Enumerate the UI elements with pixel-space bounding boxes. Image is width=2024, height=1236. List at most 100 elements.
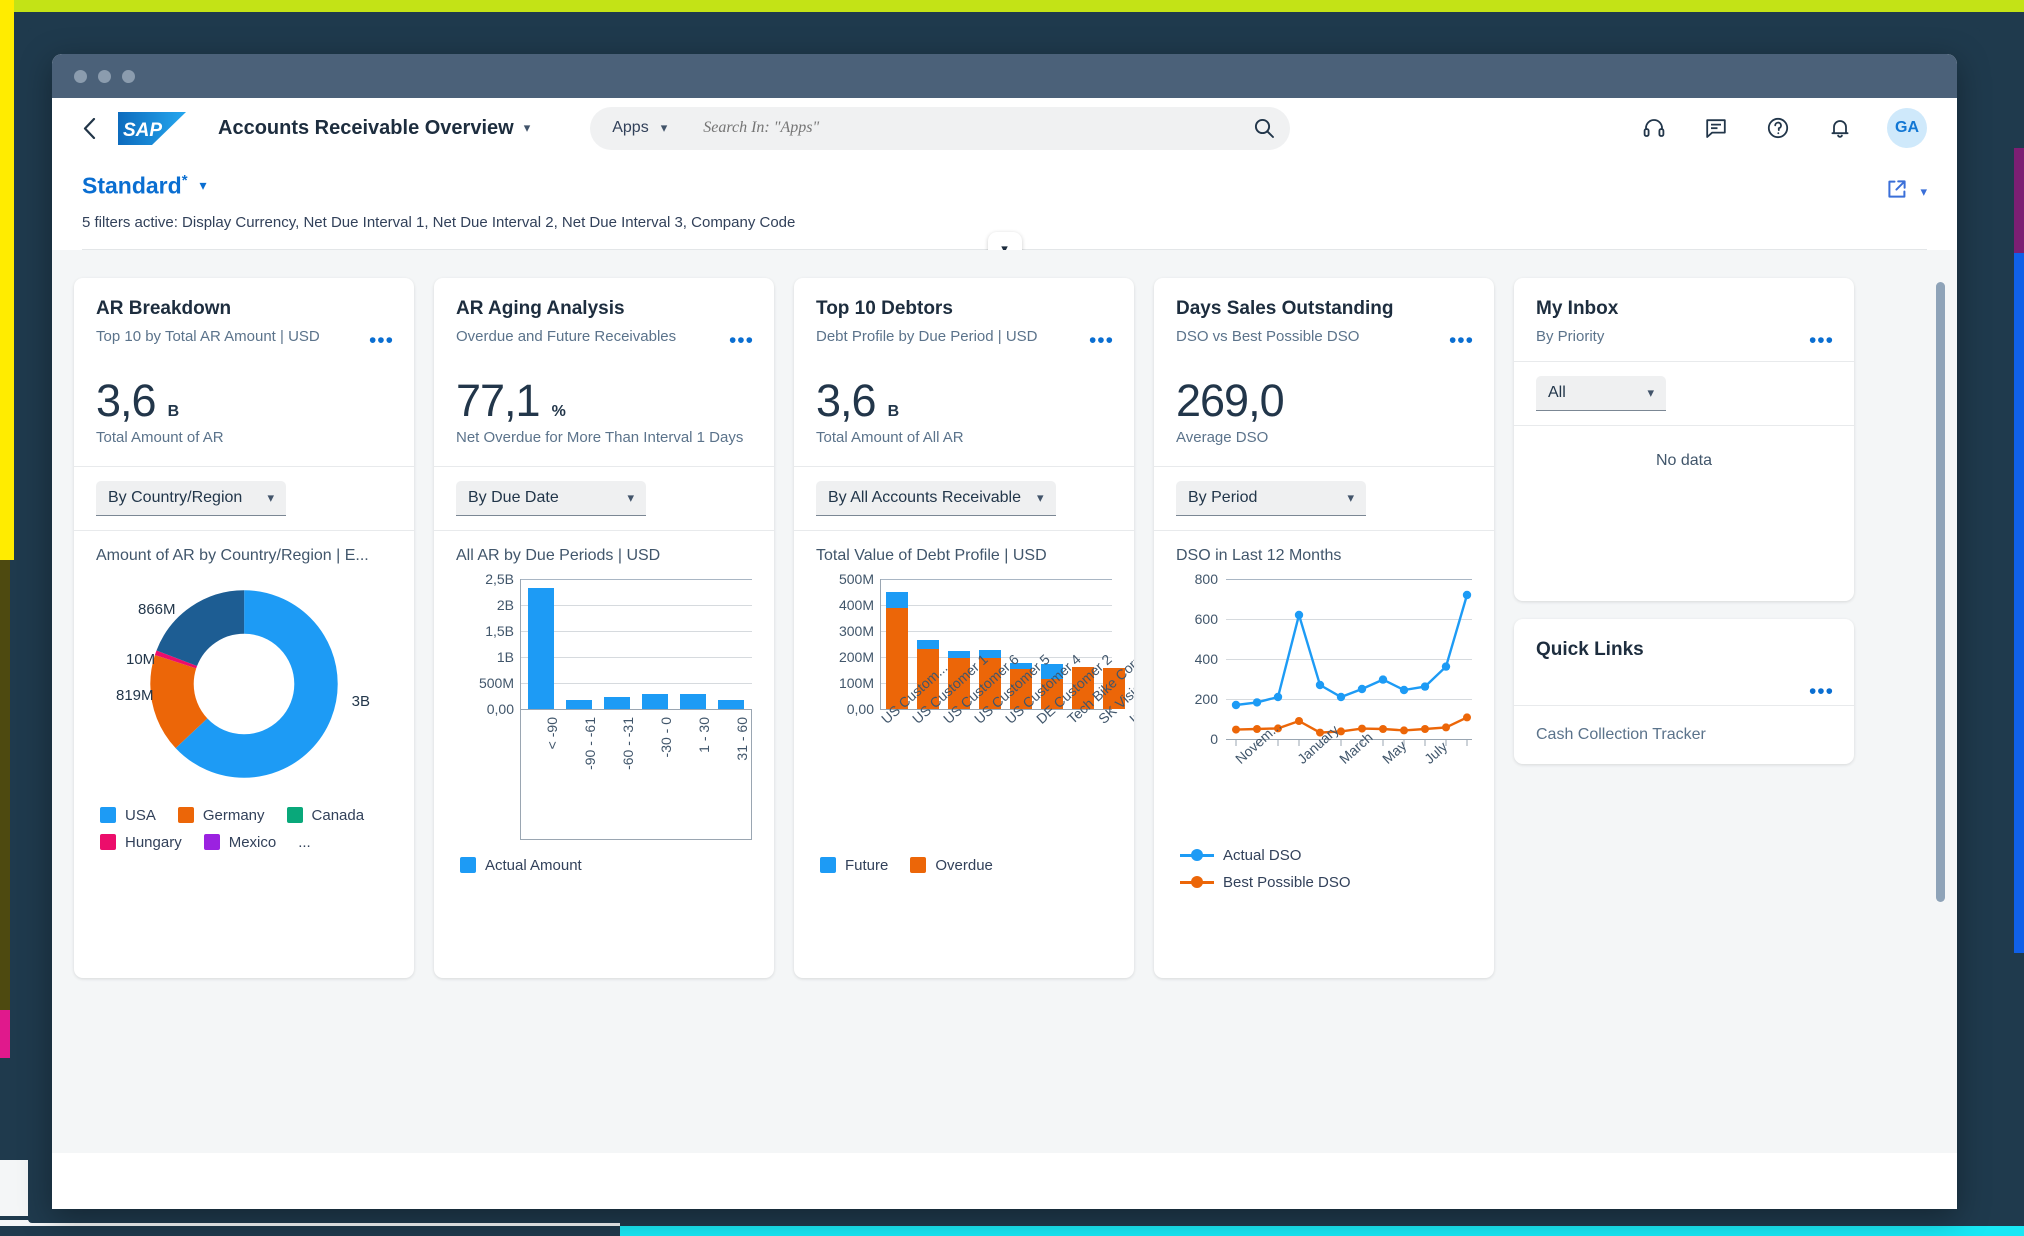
card-actions-menu-icon[interactable]: •••	[1089, 330, 1114, 351]
sap-logo[interactable]: SAP	[118, 111, 186, 145]
card-quick-links[interactable]: Quick Links ••• Cash Collection Tracker	[1514, 618, 1854, 764]
card-days-sales-outstanding[interactable]: Days Sales Outstanding DSO vs Best Possi…	[1154, 277, 1494, 978]
legend-label: ...	[298, 833, 311, 851]
content-scrollbar[interactable]	[1936, 281, 1945, 902]
chevron-down-icon[interactable]: ▾	[200, 177, 207, 194]
bar[interactable]	[642, 693, 668, 709]
dimension-dropdown[interactable]: By All Accounts Receivable ▾	[816, 480, 1056, 516]
chevron-down-icon[interactable]: ▾	[661, 120, 668, 136]
kpi-value: 3,6	[816, 374, 877, 426]
legend-item[interactable]: Mexico	[203, 834, 276, 851]
right-column: My Inbox By Priority ••• All ▾ No data Q…	[1514, 277, 1854, 764]
bell-icon[interactable]	[1825, 113, 1855, 143]
variant-name: Standard*	[82, 172, 188, 199]
legend-label: Canada	[311, 806, 365, 824]
card-dimension-selector-wrap: By Country/Region ▾	[74, 467, 414, 530]
legend-swatch	[820, 857, 836, 874]
inbox-priority-dropdown[interactable]: All ▾	[1536, 375, 1666, 411]
card-header: AR Breakdown Top 10 by Total AR Amount |…	[74, 278, 414, 361]
chevron-left-icon[interactable]	[70, 109, 108, 147]
bar[interactable]	[566, 699, 592, 709]
x-tick: -60 - -31	[620, 716, 636, 770]
y-axis: 0,00 100M 200M 300M 400M 500M	[816, 571, 874, 717]
help-icon[interactable]	[1763, 113, 1793, 143]
legend-item[interactable]: Actual DSO	[1180, 847, 1468, 864]
legend-item[interactable]: Actual Amount	[460, 857, 582, 874]
decor-left-olive-bar	[0, 560, 10, 1040]
legend-item[interactable]: Germany	[177, 807, 265, 824]
chart-legend: Future Overdue	[816, 839, 1112, 874]
dimension-dropdown[interactable]: By Due Date ▾	[456, 480, 646, 516]
card-actions-menu-icon[interactable]: •••	[729, 330, 754, 351]
search-scope-select[interactable]: Apps ▾	[612, 119, 683, 137]
bar-future[interactable]	[886, 591, 908, 608]
card-ar-aging-analysis[interactable]: AR Aging Analysis Overdue and Future Rec…	[434, 277, 774, 978]
card-actions-menu-icon[interactable]: •••	[369, 330, 394, 351]
chevron-down-icon[interactable]: ▾	[267, 490, 274, 506]
dimension-dropdown[interactable]: By Period ▾	[1176, 480, 1366, 516]
chevron-down-icon[interactable]: ▾	[1347, 490, 1354, 506]
y-axis: 0,00 500M 1B 1,5B 2B 2,5B	[456, 571, 514, 717]
legend-item[interactable]: Canada	[286, 806, 365, 824]
window-titlebar	[52, 54, 1957, 98]
variant-modified-marker: *	[181, 172, 188, 189]
legend-item[interactable]: USA	[100, 807, 156, 824]
card-top-10-debtors[interactable]: Top 10 Debtors Debt Profile by Due Perio…	[794, 277, 1134, 978]
share-button[interactable]: ▾	[1886, 178, 1927, 205]
search-icon[interactable]	[1246, 110, 1282, 146]
card-actions-menu-icon[interactable]: •••	[1809, 681, 1834, 702]
chevron-down-icon[interactable]: ▾	[1037, 490, 1044, 506]
y-tick: 100M	[838, 674, 874, 691]
dimension-dropdown[interactable]: By Country/Region ▾	[96, 480, 286, 516]
y-tick: 400M	[838, 596, 874, 613]
chat-icon[interactable]	[1701, 113, 1731, 143]
bar[interactable]	[718, 699, 744, 709]
chevron-down-icon[interactable]: ▾	[627, 490, 634, 506]
card-actions-menu-icon[interactable]: •••	[1449, 330, 1474, 351]
legend-item[interactable]: Hungary	[100, 834, 182, 851]
y-axis-line	[880, 578, 881, 709]
card-actions-menu-icon[interactable]: •••	[1809, 330, 1834, 351]
chevron-down-icon[interactable]: ▾	[1920, 184, 1927, 200]
dropdown-label: By Due Date	[468, 488, 559, 506]
y-tick: 600	[1194, 610, 1218, 627]
card-title: AR Breakdown	[96, 297, 232, 319]
kpi-value: 269,0	[1176, 374, 1285, 426]
filter-bar: Standard* ▾ 5 filters active: Display Cu…	[52, 158, 1957, 266]
donut-label-canada: 866M	[138, 600, 176, 618]
avatar[interactable]: GA	[1887, 108, 1927, 148]
quick-link-item[interactable]: Cash Collection Tracker	[1514, 706, 1854, 764]
x-tick: -90 - -61	[582, 716, 598, 770]
card-my-inbox[interactable]: My Inbox By Priority ••• All ▾ No data	[1514, 277, 1854, 601]
chevron-down-icon[interactable]: ▾	[524, 120, 531, 136]
bar[interactable]	[604, 696, 630, 709]
legend-item-overflow[interactable]: ...	[298, 834, 311, 851]
window-maximize-dot[interactable]	[122, 69, 135, 83]
bar-future[interactable]	[948, 650, 970, 658]
card-ar-breakdown[interactable]: AR Breakdown Top 10 by Total AR Amount |…	[74, 277, 414, 978]
dropdown-label: By All Accounts Receivable	[828, 488, 1021, 506]
window-minimize-dot[interactable]	[98, 69, 111, 83]
bar-future[interactable]	[917, 639, 939, 649]
legend-item[interactable]: Best Possible DSO	[1180, 874, 1468, 891]
headset-icon[interactable]	[1639, 113, 1669, 143]
app-title[interactable]: Accounts Receivable Overview ▾	[218, 117, 530, 140]
x-tick: < -90	[544, 716, 560, 749]
bar[interactable]	[680, 693, 706, 709]
legend-label: Future	[845, 856, 889, 874]
y-tick: 0,00	[846, 700, 874, 717]
chart-title: Amount of AR by Country/Region | E...	[96, 546, 369, 564]
chevron-down-icon[interactable]: ▾	[1647, 385, 1654, 401]
window-close-dot[interactable]	[74, 69, 87, 83]
legend-item[interactable]: Overdue	[910, 857, 993, 874]
y-tick: 2B	[496, 596, 514, 613]
decor-left-yellow-bar	[0, 0, 14, 560]
legend-line-marker	[1180, 853, 1214, 857]
search-input[interactable]	[683, 119, 1247, 137]
bar[interactable]	[528, 587, 554, 709]
dso-series-svg	[1231, 590, 1472, 746]
legend-item[interactable]: Future	[820, 857, 888, 874]
share-icon[interactable]	[1886, 178, 1908, 205]
variant-selector[interactable]: Standard* ▾	[82, 172, 1927, 200]
card-dimension-selector-wrap: By All Accounts Receivable ▾	[794, 467, 1134, 530]
